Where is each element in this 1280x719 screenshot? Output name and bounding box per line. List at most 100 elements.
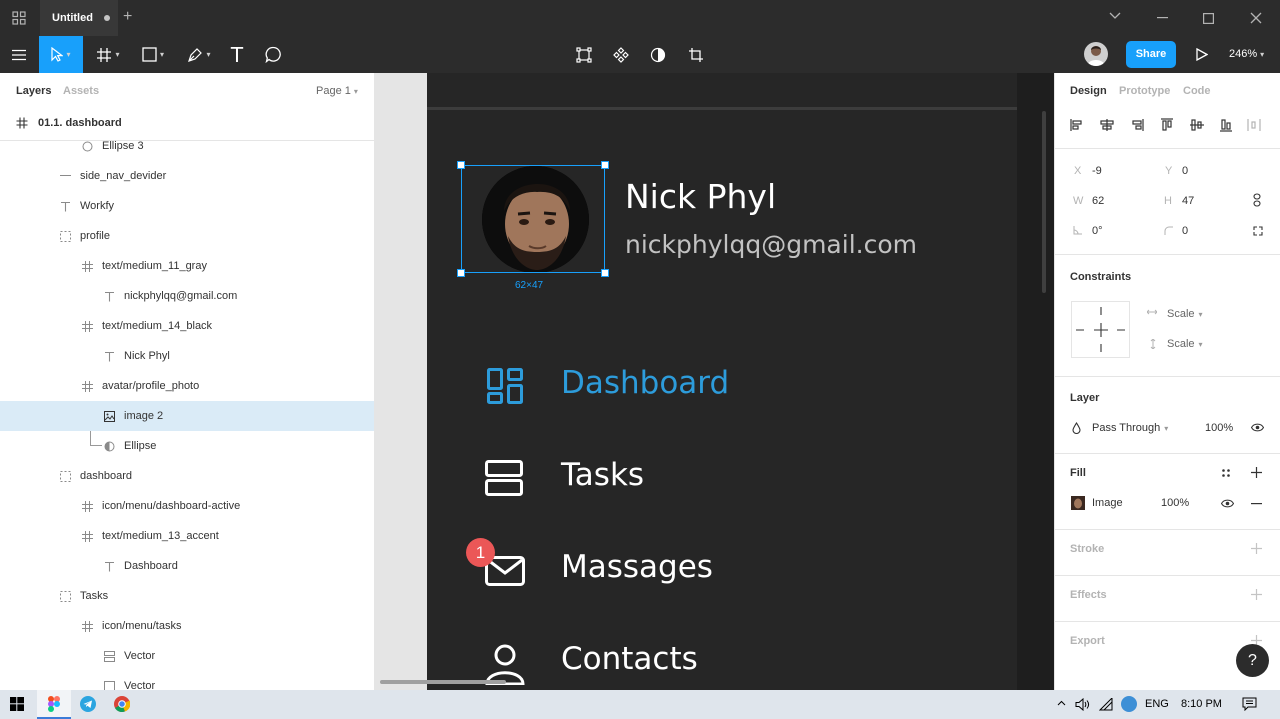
contact-icon[interactable]	[485, 643, 525, 685]
corner-radius-input[interactable]: 0	[1182, 225, 1188, 237]
language-indicator[interactable]: ENG	[1145, 698, 1169, 710]
page-selector[interactable]: Page 1 ▾	[316, 85, 358, 97]
selection-handle-bl[interactable]	[457, 269, 465, 277]
wifi-icon[interactable]	[1099, 698, 1113, 711]
layer-row[interactable]: text/medium_11_gray	[0, 251, 374, 281]
maximize-icon[interactable]	[1203, 13, 1214, 24]
layer-row[interactable]: dashboard	[0, 461, 374, 491]
selection-box[interactable]	[461, 165, 605, 273]
volume-icon[interactable]	[1075, 698, 1090, 711]
constrain-proportions-icon[interactable]	[1253, 193, 1261, 207]
nav-contacts-label[interactable]: Contacts	[561, 641, 698, 677]
layer-row[interactable]: Ellipse 3	[0, 131, 374, 161]
present-play-icon[interactable]	[1196, 48, 1208, 61]
dashboard-icon[interactable]	[487, 368, 523, 404]
layer-opacity-input[interactable]: 100%	[1205, 422, 1233, 434]
layer-row[interactable]: image 2	[0, 401, 374, 431]
layer-row[interactable]: icon/menu/dashboard-active	[0, 491, 374, 521]
layer-row[interactable]: Dashboard	[0, 551, 374, 581]
weather-icon[interactable]	[1121, 696, 1137, 712]
user-avatar[interactable]	[1084, 42, 1108, 66]
layer-row[interactable]: profile	[0, 221, 374, 251]
clock-time[interactable]: 8:10 PM	[1181, 698, 1222, 710]
nav-tasks-label[interactable]: Tasks	[561, 457, 644, 493]
text-tool-button[interactable]: T	[222, 36, 252, 73]
selection-handle-br[interactable]	[601, 269, 609, 277]
layer-row[interactable]: nickphylqq@gmail.com	[0, 281, 374, 311]
selection-handle-tl[interactable]	[457, 161, 465, 169]
tab-list-chevron-icon[interactable]	[1109, 9, 1121, 21]
layer-row[interactable]: Vector	[0, 641, 374, 671]
layer-row[interactable]: Nick Phyl	[0, 341, 374, 371]
rotation-input[interactable]: 0°	[1092, 225, 1103, 237]
selection-handle-tr[interactable]	[601, 161, 609, 169]
tab-design[interactable]: Design	[1070, 85, 1107, 97]
horizontal-constraint-select[interactable]: Scale ▾	[1167, 308, 1203, 320]
figma-taskbar-icon[interactable]	[37, 690, 71, 719]
edit-object-button[interactable]	[570, 36, 598, 73]
component-button[interactable]	[607, 36, 635, 73]
tab-code[interactable]: Code	[1183, 85, 1211, 97]
frame-layer[interactable]: 01.1. dashboard	[16, 117, 122, 129]
tasks-icon[interactable]	[485, 460, 523, 496]
fill-image-swatch[interactable]	[1071, 496, 1085, 510]
windows-start-icon[interactable]	[10, 697, 24, 711]
layer-row[interactable]: icon/menu/tasks	[0, 611, 374, 641]
new-tab-button[interactable]: +	[123, 8, 132, 26]
move-tool-button[interactable]: ▾	[39, 36, 83, 73]
constraints-widget[interactable]	[1071, 301, 1130, 358]
fill-visibility-eye-icon[interactable]	[1221, 499, 1234, 508]
comment-tool-button[interactable]	[258, 36, 288, 73]
zoom-level[interactable]: 246% ▾	[1229, 48, 1264, 60]
frame-tool-button[interactable]: ▾	[88, 36, 128, 73]
x-input[interactable]: -9	[1092, 165, 1102, 177]
blend-mode-select[interactable]: Pass Through ▾	[1092, 422, 1168, 434]
chrome-taskbar-icon[interactable]	[114, 696, 130, 712]
layer-row[interactable]: text/medium_13_accent	[0, 521, 374, 551]
fill-opacity-input[interactable]: 100%	[1161, 497, 1189, 509]
add-effect-icon[interactable]	[1251, 589, 1262, 600]
w-input[interactable]: 62	[1092, 195, 1104, 207]
main-menu-button[interactable]	[0, 36, 38, 73]
y-input[interactable]: 0	[1182, 165, 1188, 177]
notifications-icon[interactable]	[1242, 697, 1257, 711]
minimize-icon[interactable]	[1157, 17, 1168, 19]
canvas[interactable]: 62×47 Nick Phyl nickphylqq@gmail.com Das…	[375, 73, 1054, 690]
layer-row[interactable]: side_nav_devider	[0, 161, 374, 191]
crop-button[interactable]	[682, 36, 710, 73]
tab-layers[interactable]: Layers	[16, 85, 51, 97]
tab-assets[interactable]: Assets	[63, 85, 99, 97]
h-input[interactable]: 47	[1182, 195, 1194, 207]
help-button[interactable]: ?	[1236, 644, 1269, 677]
close-window-icon[interactable]	[1250, 12, 1262, 24]
fill-type[interactable]: Image	[1092, 497, 1123, 509]
show-hidden-icons-chevron-icon[interactable]	[1057, 700, 1066, 706]
layer-row[interactable]: Vector	[0, 671, 374, 690]
layer-row[interactable]: Workfy	[0, 191, 374, 221]
layer-row[interactable]: Ellipse	[0, 431, 374, 461]
share-button[interactable]: Share	[1126, 41, 1176, 68]
tab-prototype[interactable]: Prototype	[1119, 85, 1170, 97]
profile-email[interactable]: nickphylqq@gmail.com	[625, 230, 917, 259]
shape-tool-button[interactable]: ▾	[133, 36, 173, 73]
vertical-scrollbar[interactable]	[1042, 111, 1046, 293]
add-fill-icon[interactable]	[1251, 467, 1262, 478]
file-tab[interactable]: Untitled	[40, 0, 118, 36]
add-stroke-icon[interactable]	[1251, 543, 1262, 554]
nav-dashboard-label[interactable]: Dashboard	[561, 365, 729, 401]
vertical-constraint-select[interactable]: Scale ▾	[1167, 338, 1203, 350]
layer-row[interactable]: avatar/profile_photo	[0, 371, 374, 401]
layer-visibility-eye-icon[interactable]	[1251, 423, 1264, 432]
layer-row[interactable]: text/medium_14_black	[0, 311, 374, 341]
dashboard-frame[interactable]: 62×47 Nick Phyl nickphylqq@gmail.com Das…	[427, 73, 1017, 690]
nav-messages-label[interactable]: Massages	[561, 549, 713, 585]
profile-name[interactable]: Nick Phyl	[625, 177, 776, 216]
remove-fill-icon[interactable]	[1251, 503, 1262, 505]
mask-button[interactable]	[644, 36, 672, 73]
pen-tool-button[interactable]: ▾	[178, 36, 220, 73]
home-grid-icon[interactable]	[12, 11, 26, 25]
telegram-taskbar-icon[interactable]	[80, 696, 96, 712]
layer-row[interactable]: Tasks	[0, 581, 374, 611]
fill-styles-icon[interactable]	[1222, 469, 1230, 477]
horizontal-scrollbar[interactable]	[380, 680, 506, 684]
